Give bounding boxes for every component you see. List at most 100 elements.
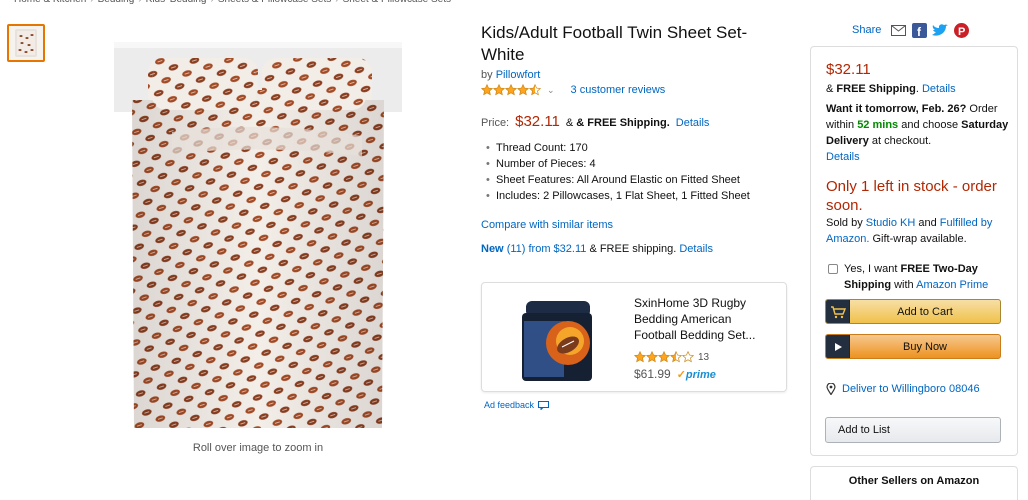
breadcrumb-separator: ›	[138, 0, 141, 5]
and-text: and	[918, 217, 937, 229]
prime-checkbox[interactable]	[828, 264, 838, 274]
amazon-prime-link[interactable]: Amazon Prime	[916, 279, 988, 291]
breadcrumb-item[interactable]: Sheet & Pillowcase Sets	[343, 0, 451, 5]
star-half-icon	[669, 350, 683, 363]
star-full-icon	[504, 83, 518, 96]
add-to-cart-button[interactable]: Add to Cart	[825, 299, 1001, 324]
buybox-shipping: & FREE Shipping. Details	[826, 83, 956, 95]
buy-now-button[interactable]: Buy Now	[825, 334, 1001, 359]
gift-wrap-text: Gift-wrap available.	[872, 233, 967, 245]
ad-feedback[interactable]: Ad feedback	[484, 400, 550, 410]
breadcrumb-separator: ›	[211, 0, 214, 5]
delivery-choose: and choose	[901, 119, 959, 131]
sold-by-label: Sold by	[826, 217, 863, 229]
star-full-icon	[516, 83, 530, 96]
star-full-icon	[480, 83, 494, 96]
product-title: Kids/Adult Football Twin Sheet Set-White	[481, 23, 748, 64]
new-offers-details-link[interactable]: Details	[679, 243, 713, 255]
customer-reviews-link[interactable]: 3 customer reviews	[571, 84, 666, 96]
ad-product-image[interactable]	[518, 291, 594, 383]
share-link[interactable]: Share	[852, 24, 881, 36]
buybox-shipping-details-link[interactable]: Details	[922, 83, 956, 95]
play-icon	[826, 335, 850, 358]
delivery-checkout: at checkout.	[871, 135, 932, 147]
new-offers-text: (11) from $32.11	[506, 243, 587, 255]
prime-option: Yes, I want FREE Two-Day Shipping with A…	[828, 261, 1013, 293]
buybox-shipping-prefix: &	[826, 83, 837, 95]
shipping-details-link[interactable]: Details	[676, 117, 710, 129]
byline: by Pillowfort	[481, 69, 540, 81]
feature-bullets: Thread Count: 170Number of Pieces: 4Shee…	[496, 140, 750, 204]
chevron-down-icon[interactable]: ⌄	[547, 85, 555, 96]
add-to-cart-label: Add to Cart	[897, 305, 953, 318]
prime-check-icon: ✓	[676, 369, 686, 381]
email-icon[interactable]	[890, 22, 906, 38]
star-full-icon	[633, 350, 647, 363]
buybox-price: $32.11	[826, 61, 871, 78]
prime-option-text: Yes, I want FREE Two-Day Shipping with A…	[844, 261, 1013, 293]
ad-star-rating	[633, 350, 695, 363]
other-sellers-title: Other Sellers on Amazon	[848, 475, 980, 487]
speech-bubble-icon	[538, 400, 550, 410]
ad-rating-count: 13	[698, 351, 710, 363]
star-empty-icon	[681, 350, 695, 363]
breadcrumb-item[interactable]: Bedding	[98, 0, 135, 5]
twitter-icon[interactable]	[932, 22, 949, 38]
share-row: Share f P	[852, 22, 969, 38]
seller-link[interactable]: Studio KH	[866, 217, 916, 229]
image-thumbnail[interactable]	[7, 24, 45, 62]
seller-info: Sold by Studio KH and Fulfilled by Amazo…	[826, 215, 1011, 247]
feature-bullet: Includes: 2 Pillowcases, 1 Flat Sheet, 1…	[496, 188, 750, 204]
breadcrumb-separator: ›	[90, 0, 93, 5]
breadcrumb-item[interactable]: Home & Kitchen	[14, 0, 86, 5]
cart-icon	[826, 300, 850, 323]
buy-box: $32.11 & FREE Shipping. Details Want it …	[810, 46, 1018, 456]
star-rating[interactable]	[480, 83, 542, 96]
facebook-icon[interactable]: f	[911, 22, 927, 38]
compare-similar-link[interactable]: Compare with similar items	[481, 219, 613, 231]
sponsored-ad-card[interactable]: SxinHome 3D Rugby Bedding American Footb…	[481, 282, 787, 392]
breadcrumb-item[interactable]: Kids' Bedding	[146, 0, 207, 5]
ad-price-row: $61.99 ✓prime	[634, 367, 716, 381]
zoom-hint: Roll over image to zoom in	[192, 442, 324, 454]
star-full-icon	[492, 83, 506, 96]
location-pin-icon	[826, 383, 836, 395]
pinterest-icon[interactable]: P	[953, 22, 969, 38]
breadcrumb-item[interactable]: Sheets & Pillowcase Sets	[218, 0, 331, 5]
price-label: Price:	[481, 117, 510, 129]
ad-feedback-link[interactable]: Ad feedback	[484, 400, 534, 410]
svg-text:P: P	[958, 26, 965, 38]
ad-price: $61.99	[634, 367, 671, 381]
ad-title[interactable]: SxinHome 3D Rugby Bedding American Footb…	[634, 295, 774, 343]
new-offers-shipping: & FREE shipping.	[589, 243, 677, 255]
breadcrumb: Home & Kitchen›Bedding›Kids' Bedding›She…	[14, 0, 451, 5]
deliver-to-link[interactable]: Deliver to Willingboro 08046	[842, 383, 980, 395]
rugby-bedding-image	[522, 301, 592, 381]
product-image[interactable]	[112, 40, 404, 430]
other-sellers-box: Other Sellers on Amazon	[810, 466, 1018, 500]
prime-label: prime	[685, 369, 716, 381]
shipping-prefix: &	[565, 117, 577, 129]
buy-now-label: Buy Now	[902, 340, 948, 353]
price-row: Price: $32.11 & & FREE Shipping. Details	[481, 113, 709, 130]
new-offers-label: New	[481, 243, 504, 255]
buybox-free-shipping: FREE Shipping	[836, 83, 916, 95]
deliver-to[interactable]: Deliver to Willingboro 08046	[826, 383, 980, 395]
rating-row: ⌄ 3 customer reviews	[480, 83, 666, 96]
football-sheet-image	[114, 42, 402, 428]
add-to-list-button[interactable]: Add to List	[825, 417, 1001, 443]
new-offers-link[interactable]: New (11) from $32.11	[481, 243, 586, 255]
stock-status: Only 1 left in stock - order soon.	[826, 178, 997, 214]
thumbnail-image	[15, 29, 37, 57]
star-full-icon	[645, 350, 659, 363]
feature-bullet: Number of Pieces: 4	[496, 156, 750, 172]
delivery-details-link[interactable]: Details	[826, 151, 860, 163]
prime-with: with	[894, 279, 914, 291]
feature-bullet: Thread Count: 170	[496, 140, 750, 156]
free-shipping: & FREE Shipping.	[576, 117, 670, 129]
star-full-icon	[657, 350, 671, 363]
delivery-lead: Want it tomorrow, Feb. 26?	[826, 103, 967, 115]
ad-rating[interactable]: 13	[633, 350, 710, 363]
feature-bullet: Sheet Features: All Around Elastic on Fi…	[496, 172, 750, 188]
brand-link[interactable]: Pillowfort	[496, 69, 541, 81]
